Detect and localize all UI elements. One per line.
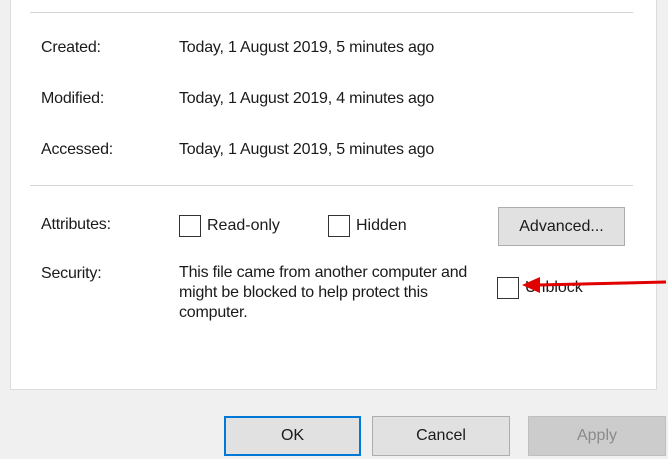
arrow-line-icon	[537, 280, 667, 287]
ok-button[interactable]: OK	[224, 416, 361, 456]
arrowhead-icon	[522, 277, 540, 293]
annotation-arrow	[522, 277, 667, 293]
apply-button[interactable]: Apply	[528, 416, 666, 456]
cancel-button[interactable]: Cancel	[372, 416, 510, 456]
